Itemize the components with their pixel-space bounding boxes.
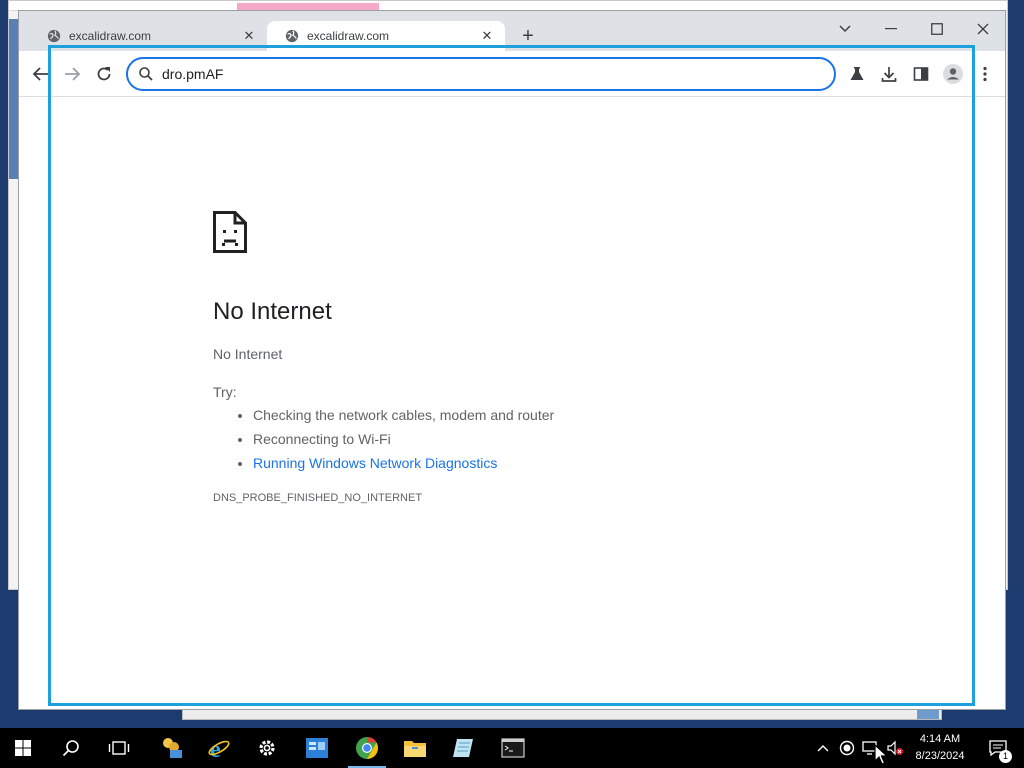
labs-flask-icon[interactable] (845, 62, 869, 86)
chrome-icon[interactable] (344, 728, 390, 768)
server-manager-icon[interactable] (294, 728, 340, 768)
sad-page-icon (213, 211, 247, 253)
mouse-cursor-icon (874, 744, 888, 765)
clock-time: 4:14 AM (919, 733, 961, 745)
profile-avatar-icon[interactable] (941, 62, 965, 86)
tab-title: excalidraw.com (69, 29, 152, 43)
action-center-icon[interactable]: 1 (978, 728, 1018, 768)
tab-excalidraw-2[interactable]: excalidraw.com ✕ (267, 21, 505, 51)
show-hidden-icons-chevron-icon[interactable] (812, 728, 834, 768)
error-code: DNS_PROBE_FINISHED_NO_INTERNET (213, 492, 423, 504)
address-bar[interactable] (126, 57, 836, 91)
close-window-button[interactable] (963, 15, 1003, 43)
try-label: Try: (213, 384, 237, 400)
menu-kebab-icon[interactable] (973, 62, 997, 86)
network-diagnostics-link[interactable]: Running Windows Network Diagnostics (253, 455, 497, 471)
browser-window: excalidraw.com ✕ excalidraw.com ✕ + dro.… (18, 10, 1006, 710)
browser-toolbar (19, 51, 1005, 97)
people-icon[interactable] (148, 728, 194, 768)
notepad-icon[interactable] (440, 728, 486, 768)
back-arrow-icon[interactable] (29, 62, 53, 86)
suggestion-text: Checking the network cables, modem and r… (253, 407, 555, 423)
terminal-icon[interactable] (490, 728, 536, 768)
notification-count-badge: 1 (999, 750, 1012, 763)
download-icon[interactable] (877, 62, 901, 86)
new-tab-button[interactable]: + (517, 25, 539, 47)
globe-icon (47, 29, 61, 43)
side-panel-icon[interactable] (909, 62, 933, 86)
page-content: No Internet No Internet Try: Checking th… (19, 97, 1005, 709)
suggestion-item: Running Windows Network Diagnostics (253, 454, 813, 472)
globe-icon (285, 29, 299, 43)
file-explorer-icon[interactable] (392, 728, 438, 768)
tab-strip: excalidraw.com ✕ excalidraw.com ✕ + (19, 11, 1005, 51)
windows-start-icon[interactable] (0, 728, 46, 768)
error-title: No Internet (213, 298, 332, 325)
forward-arrow-icon[interactable] (60, 62, 84, 86)
tab-excalidraw-1[interactable]: excalidraw.com ✕ (29, 21, 267, 51)
record-icon[interactable] (836, 728, 858, 768)
search-icon[interactable] (48, 728, 94, 768)
error-subtitle: No Internet (213, 346, 283, 362)
tab-title: excalidraw.com (307, 29, 390, 43)
error-container: No Internet No Internet Try: Checking th… (213, 211, 813, 504)
maximize-button[interactable] (917, 15, 957, 43)
suggestion-list: Checking the network cables, modem and r… (213, 406, 813, 472)
close-tab-icon[interactable]: ✕ (479, 28, 495, 44)
internet-explorer-icon[interactable]: e (196, 728, 242, 768)
search-icon (139, 67, 153, 81)
tab-search-chevron-icon[interactable] (825, 15, 865, 43)
minimize-button[interactable] (871, 15, 911, 43)
task-view-icon[interactable] (96, 728, 142, 768)
taskbar: e 4:14 AM 8/23/2024 1 (0, 728, 1024, 768)
system-clock[interactable]: 4:14 AM 8/23/2024 (906, 731, 974, 765)
settings-gear-icon[interactable] (244, 728, 290, 768)
suggestion-item: Checking the network cables, modem and r… (253, 406, 813, 424)
suggestion-text: Reconnecting to Wi-Fi (253, 431, 391, 447)
reload-icon[interactable] (92, 62, 116, 86)
clock-date: 8/23/2024 (915, 750, 965, 762)
suggestion-item: Reconnecting to Wi-Fi (253, 430, 813, 448)
close-tab-icon[interactable]: ✕ (241, 28, 257, 44)
address-input[interactable] (162, 66, 802, 82)
